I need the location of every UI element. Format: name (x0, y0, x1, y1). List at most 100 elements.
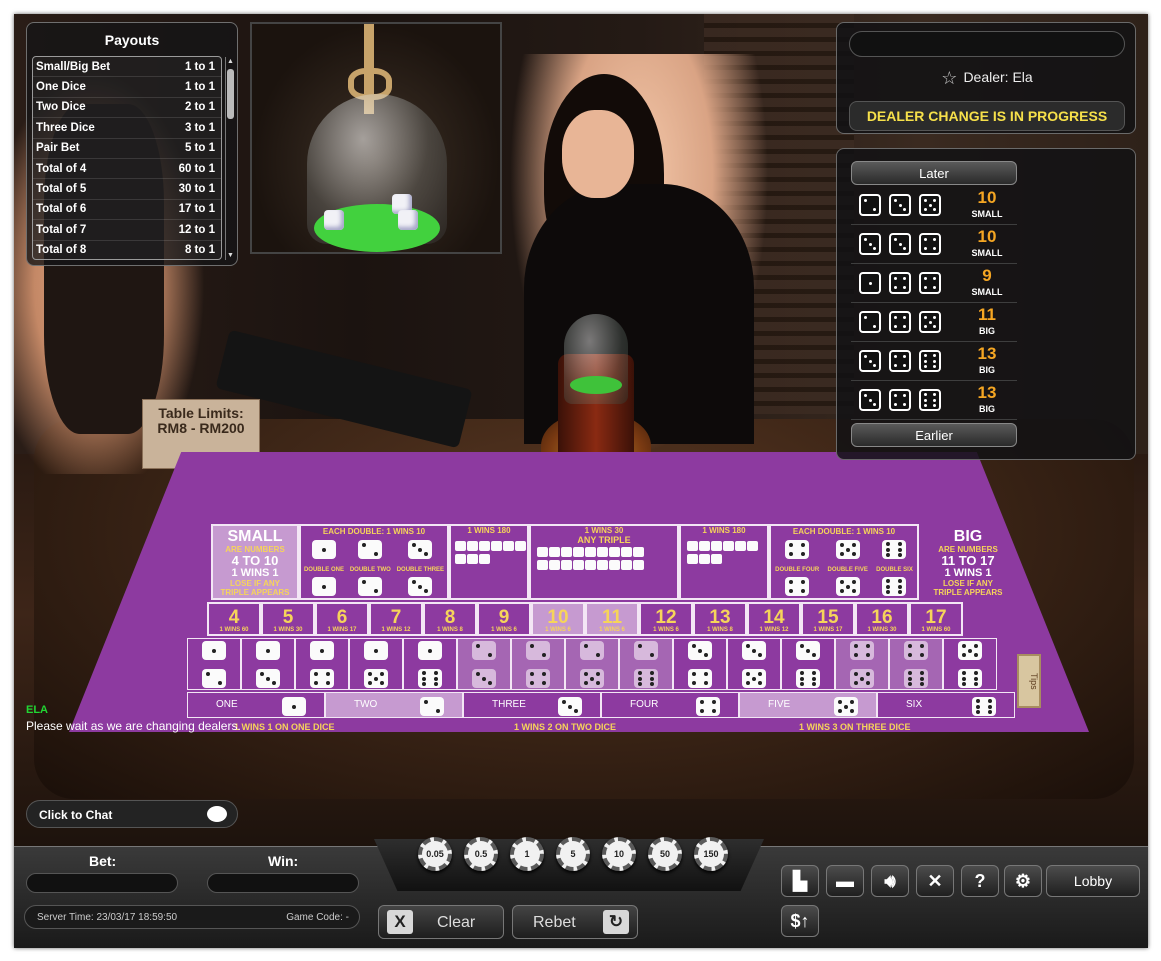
bet-combo-2-4[interactable] (511, 638, 565, 690)
bet-combo-2-3[interactable] (457, 638, 511, 690)
history-earlier-button[interactable]: Earlier (851, 423, 1017, 447)
bet-total-17[interactable]: 17 1 WINS 60 (909, 602, 963, 636)
bet-single-4[interactable]: FOUR (601, 692, 739, 718)
bet-doubles-right[interactable]: EACH DOUBLE: 1 WINS 10 DOUBLE FOUR DOUBL… (769, 524, 919, 600)
chip-1[interactable]: 1 (510, 837, 544, 871)
sound-icon[interactable]: 🔊︎ (871, 865, 909, 897)
die-pip (988, 709, 992, 714)
bet-total-8[interactable]: 81 WINS 8 (423, 602, 477, 636)
bet-total-12[interactable]: 12 1 WINS 6 (639, 602, 693, 636)
bet-combo-3-6[interactable] (781, 638, 835, 690)
bet-total-7[interactable]: 71 WINS 12 (369, 602, 423, 636)
bet-single-2[interactable]: TWO (325, 692, 463, 718)
die-pip (800, 643, 804, 648)
rebet-button[interactable]: Rebet ↻ (512, 905, 638, 939)
bet-total-16[interactable]: 16 1 WINS 30 (855, 602, 909, 636)
settings-gear-icon[interactable]: ⚙ (1004, 865, 1042, 897)
die-pip (712, 699, 716, 704)
bet-single-3[interactable]: THREE (463, 692, 601, 718)
die-5-icon (735, 541, 746, 551)
bet-double-three[interactable]: DOUBLE THREE (397, 538, 444, 603)
die-3-icon (796, 641, 820, 660)
cashier-icon[interactable]: $↑ (781, 905, 819, 937)
fullscreen-icon[interactable]: ✕ (916, 865, 954, 897)
die-pip (860, 676, 864, 681)
help-icon[interactable]: ? (961, 865, 999, 897)
bet-total-14[interactable]: 14 1 WINS 12 (747, 602, 801, 636)
single-label: SIX (906, 699, 923, 710)
history-later-button[interactable]: Later (851, 161, 1017, 185)
bet-single-1[interactable]: ONE (187, 692, 325, 718)
bet-single-5[interactable]: FIVE (739, 692, 877, 718)
bet-any-triple[interactable]: 1 WINS 30 ANY TRIPLE (529, 524, 679, 600)
bet-combo-1-3[interactable] (241, 638, 295, 690)
chip-150[interactable]: 150 (694, 837, 728, 871)
chip-0-05[interactable]: 0.05 (418, 837, 452, 871)
die-pip (962, 643, 966, 648)
chip-50[interactable]: 50 (648, 837, 682, 871)
bet-double-two[interactable]: DOUBLE TWO (350, 538, 391, 603)
bet-combo-3-4[interactable] (673, 638, 727, 690)
scroll-thumb[interactable] (227, 69, 234, 119)
total-payout: 1 WINS 12 (381, 627, 411, 633)
bet-total-6[interactable]: 61 WINS 17 (315, 602, 369, 636)
bet-double-four[interactable]: DOUBLE FOUR (775, 538, 819, 603)
die-pip (801, 589, 806, 594)
scroll-down-icon[interactable]: ▼ (226, 251, 235, 260)
total-number: 13 (709, 607, 731, 628)
bet-triples-right[interactable]: 1 WINS 180 (679, 524, 769, 600)
chip-0-5[interactable]: 0.5 (464, 837, 498, 871)
payouts-scrollbar[interactable]: ▲ ▼ (225, 57, 234, 260)
payouts-list[interactable]: Small/Big Bet 1 to 1 One Dice 1 to 1 Two Dic… (32, 56, 222, 260)
bet-total-10[interactable]: 10 1 WINS 6 (531, 602, 585, 636)
clear-button[interactable]: X Clear (378, 905, 504, 939)
die-pip (908, 681, 912, 686)
die-5-icon (835, 540, 860, 559)
bet-combo-3-5[interactable] (727, 638, 781, 690)
chip-10[interactable]: 10 (602, 837, 636, 871)
die-pip (988, 699, 992, 704)
bet-combo-1-5[interactable] (349, 638, 403, 690)
die-pip (851, 552, 856, 557)
star-icon[interactable]: ☆ (941, 68, 957, 88)
double-three-label: DOUBLE THREE (396, 567, 445, 573)
bet-big[interactable]: BIG ARE NUMBERS 11 TO 17 1 WINS 1 LOSE I… (919, 524, 1017, 600)
statistics-icon[interactable]: ▙ (781, 865, 819, 897)
chip-5[interactable]: 5 (556, 837, 590, 871)
bet-combo-5-6[interactable] (943, 638, 997, 690)
bet-combo-4-6[interactable] (889, 638, 943, 690)
bet-combo-4-5[interactable] (835, 638, 889, 690)
total-number: 14 (763, 607, 785, 628)
click-to-chat-button[interactable]: Click to Chat (26, 800, 238, 828)
bet-combo-1-6[interactable] (403, 638, 457, 690)
die-pip (933, 238, 936, 241)
bet-combo-2-6[interactable] (619, 638, 673, 690)
bet-single-6[interactable]: SIX (877, 692, 1015, 718)
bet-triples-left[interactable]: 1 WINS 180 (449, 524, 529, 600)
bet-total-13[interactable]: 13 1 WINS 8 (693, 602, 747, 636)
bet-combo-1-2[interactable] (187, 638, 241, 690)
bet-doubles-left[interactable]: EACH DOUBLE: 1 WINS 10 DOUBLE ONE DOUBLE… (299, 524, 449, 600)
bet-total-9[interactable]: 91 WINS 6 (477, 602, 531, 636)
die-pip (920, 671, 924, 676)
bet-total-4[interactable]: 41 WINS 60 (207, 602, 261, 636)
bet-label: Bet: (89, 853, 117, 869)
chat-icon[interactable]: ▬ (826, 865, 864, 897)
bet-double-five[interactable]: DOUBLE FIVE (827, 538, 868, 603)
bet-total-15[interactable]: 15 1 WINS 17 (801, 602, 855, 636)
scroll-up-icon[interactable]: ▲ (226, 57, 235, 66)
bet-combo-1-4[interactable] (295, 638, 349, 690)
payout-row: One Dice 1 to 1 (33, 77, 221, 98)
bet-total-5[interactable]: 51 WINS 30 (261, 602, 315, 636)
total-number: 12 (655, 607, 677, 628)
tips-box[interactable]: Tips (1017, 654, 1041, 708)
die-pip (903, 316, 906, 319)
bet-double-six[interactable]: DOUBLE SIX (876, 538, 913, 603)
die-pip (590, 676, 594, 681)
bet-small[interactable]: SMALL ARE NUMBERS 4 TO 10 1 WINS 1 LOSE … (211, 524, 299, 600)
bet-double-one[interactable]: DOUBLE ONE (304, 538, 344, 603)
bet-combo-2-5[interactable] (565, 638, 619, 690)
lobby-button[interactable]: Lobby (1046, 865, 1140, 897)
bet-total-11[interactable]: 11 1 WINS 6 (585, 602, 639, 636)
die-pip (924, 208, 927, 211)
